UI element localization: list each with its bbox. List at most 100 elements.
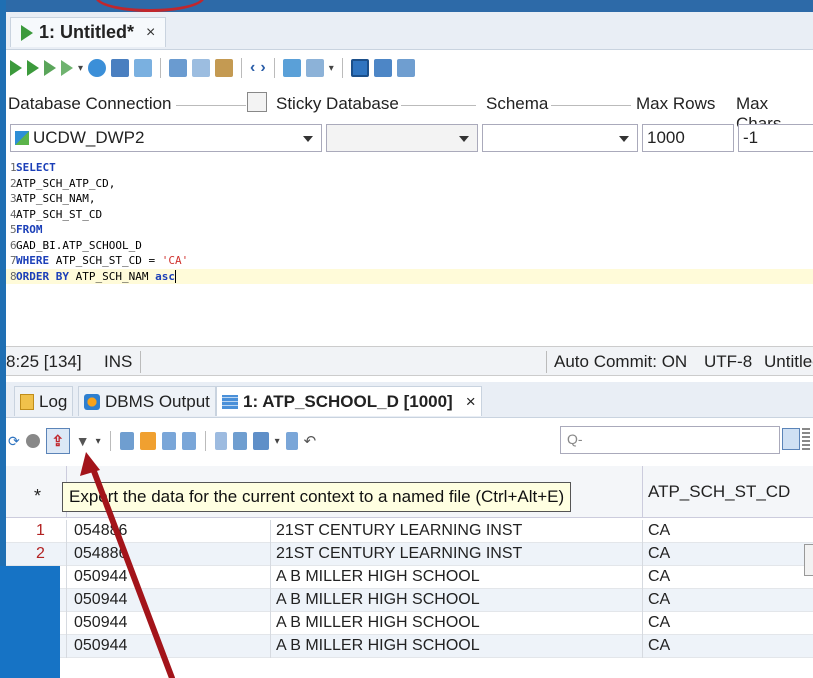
cell-atp-sch-atp-cd[interactable]: 050944 (74, 637, 127, 655)
filter-icon[interactable]: ▼ (76, 433, 90, 449)
paste-icon[interactable] (215, 59, 234, 77)
cell-atp-sch-st-cd[interactable]: CA (648, 522, 670, 540)
code-line[interactable]: 6GAD_BI.ATP_SCHOOL_D (6, 238, 813, 254)
cut-icon[interactable] (169, 59, 188, 77)
dropdown-icon[interactable]: ▾ (96, 436, 101, 447)
column-divider (270, 566, 271, 589)
freeze-icon[interactable] (119, 432, 134, 450)
rollback-icon[interactable] (111, 59, 130, 77)
cell-atp-sch-atp-cd[interactable]: 054886 (74, 522, 127, 540)
delete-row-icon[interactable] (252, 432, 269, 450)
copy-icon[interactable] (192, 59, 211, 77)
commit-icon[interactable] (285, 432, 298, 450)
cell-atp-sch-nam[interactable]: A B MILLER HIGH SCHOOL (276, 614, 480, 632)
cell-atp-sch-atp-cd[interactable]: 050944 (74, 614, 127, 632)
chevron-down-icon (303, 136, 313, 142)
close-icon[interactable]: × (466, 392, 476, 412)
cell-atp-sch-atp-cd[interactable]: 050944 (74, 591, 127, 609)
code-line[interactable]: 7WHERE ATP_SCH_ST_CD = 'CA' (6, 253, 813, 269)
close-icon[interactable]: × (146, 24, 155, 42)
max-chars-input[interactable]: -1 (738, 124, 813, 152)
code-line[interactable]: 2ATP_SCH_ATP_CD, (6, 176, 813, 192)
toolbar-separator (204, 431, 206, 451)
dropdown-icon[interactable]: ▾ (275, 436, 280, 447)
max-rows-value: 1000 (647, 128, 685, 147)
insert-row-icon[interactable] (232, 432, 247, 450)
format-icon[interactable] (373, 59, 392, 77)
refresh-icon[interactable]: ⟳ (8, 433, 20, 450)
cell-atp-sch-st-cd[interactable]: CA (648, 568, 670, 586)
filter-input[interactable]: Q- (560, 426, 780, 454)
cell-atp-sch-st-cd[interactable]: CA (648, 545, 670, 563)
column-divider (642, 466, 643, 518)
run-statement-icon[interactable] (10, 60, 22, 76)
code-line[interactable]: 3ATP_SCH_NAM, (6, 191, 813, 207)
column-divider (270, 543, 271, 566)
view-toggle (782, 428, 812, 452)
table-row[interactable]: 4050944A B MILLER HIGH SCHOOLCA (6, 589, 813, 612)
vertical-scrollbar[interactable] (804, 544, 813, 576)
cell-atp-sch-nam[interactable]: 21ST CENTURY LEARNING INST (276, 545, 522, 563)
row-number[interactable]: 2 (36, 545, 45, 563)
database-connection-select[interactable]: UCDW_DWP2 (10, 124, 322, 152)
schema-select[interactable] (482, 124, 638, 152)
table-row[interactable]: 6050944A B MILLER HIGH SCHOOLCA (6, 635, 813, 658)
cell-atp-sch-nam[interactable]: 21ST CENTURY LEARNING INST (276, 522, 522, 540)
cell-atp-sch-st-cd[interactable]: CA (648, 637, 670, 655)
code-line[interactable]: 8ORDER BY ATP_SCH_NAM asc (6, 268, 813, 284)
cell-atp-sch-nam[interactable]: A B MILLER HIGH SCHOOL (276, 568, 480, 586)
table-row[interactable]: 3050944A B MILLER HIGH SCHOOLCA (6, 566, 813, 589)
dropdown-icon[interactable]: ▾ (78, 63, 83, 74)
previous-icon[interactable]: ‹ (250, 59, 255, 77)
column-divider (642, 612, 643, 635)
undo-icon[interactable]: ↶ (304, 432, 317, 450)
column-divider (66, 612, 67, 635)
next-icon[interactable]: › (260, 59, 265, 77)
sql-editor[interactable]: 1SELECT 2ATP_SCH_ATP_CD, 3ATP_SCH_NAM, 4ATP… (6, 160, 813, 340)
export-button[interactable]: ⇪ (45, 428, 70, 454)
count-rows-icon[interactable] (181, 432, 196, 450)
dropdown-icon[interactable]: ▾ (329, 63, 334, 74)
table-row[interactable]: 5050944A B MILLER HIGH SCHOOLCA (6, 612, 813, 635)
code-line[interactable]: 5FROM (6, 222, 813, 238)
stop-icon[interactable] (25, 434, 40, 448)
commit-icon[interactable] (88, 59, 107, 77)
editor-tab-untitled[interactable]: 1: Untitled* × (10, 17, 167, 47)
single-record-icon[interactable] (161, 432, 176, 450)
cell-atp-sch-st-cd[interactable]: CA (648, 591, 670, 609)
code-line[interactable]: 4ATP_SCH_ST_CD (6, 207, 813, 223)
cell-atp-sch-nam[interactable]: A B MILLER HIGH SCHOOL (276, 591, 480, 609)
insert-mode: INS (104, 352, 133, 371)
clear-icon[interactable] (305, 59, 324, 77)
sticky-database-checkbox[interactable] (247, 92, 267, 112)
cell-atp-sch-st-cd[interactable]: CA (648, 614, 670, 632)
code-line[interactable]: 1SELECT (6, 160, 813, 176)
autotrace-icon[interactable] (44, 60, 56, 76)
sql-icon[interactable] (139, 432, 156, 450)
select-all-cell[interactable]: * (34, 486, 41, 507)
run-script-icon[interactable] (27, 60, 39, 76)
tab-dbms-output[interactable]: DBMS Output (78, 386, 216, 416)
cell-atp-sch-atp-cd[interactable]: 054886 (74, 545, 127, 563)
database-connection-label: Database Connection (6, 94, 174, 114)
compare-icon[interactable] (214, 432, 227, 450)
grid-header: * ATP_SCH_ST_CD Export the data for the … (6, 466, 813, 518)
list-view-icon[interactable] (802, 428, 810, 450)
tasks-icon[interactable] (396, 59, 415, 77)
cell-atp-sch-nam[interactable]: A B MILLER HIGH SCHOOL (276, 637, 480, 655)
sticky-database-select[interactable] (326, 124, 478, 152)
row-number[interactable]: 1 (36, 522, 45, 540)
table-row[interactable]: 2 054886 21ST CENTURY LEARNING INST CA (6, 543, 813, 566)
cell-atp-sch-atp-cd[interactable]: 050944 (74, 568, 127, 586)
column-header-st-cd[interactable]: ATP_SCH_ST_CD (648, 482, 790, 502)
sql-tuning-icon[interactable] (134, 59, 153, 77)
explain-plan-icon[interactable] (61, 60, 73, 76)
tab-query-result[interactable]: 1: ATP_SCHOOL_D [1000] × (216, 386, 482, 416)
sql-history-icon[interactable] (350, 59, 369, 77)
cursor-position: 8:25 [134] (6, 352, 82, 371)
table-row[interactable]: 1 054886 21ST CENTURY LEARNING INST CA (6, 520, 813, 543)
tab-log[interactable]: Log (14, 386, 74, 416)
max-rows-input[interactable]: 1000 (642, 124, 734, 152)
grid-view-icon[interactable] (782, 428, 800, 450)
unshared-sql-icon[interactable] (282, 59, 301, 77)
